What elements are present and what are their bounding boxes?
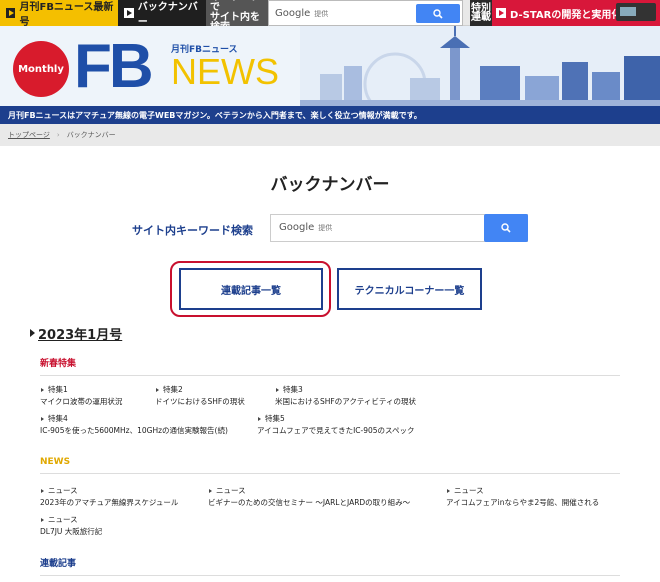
list-item[interactable]: 特集3 米国におけるSHFのアクティビティの現状: [275, 384, 416, 408]
item-category: 特集1: [40, 384, 122, 396]
list-item[interactable]: 特集4 IC-905を使った5600MHz、10GHzの通信実験報告(続): [40, 413, 228, 437]
google-branding: Google 提供: [275, 7, 329, 19]
breadcrumb: トップページ › バックナンバー: [0, 124, 660, 146]
top-nav-bar: 月刊FBニュース最新号 バックナンバー キーワードで サイト内を検索 Googl…: [0, 0, 660, 33]
list-item[interactable]: 特集2 ドイツにおけるSHFの現状: [155, 384, 245, 408]
special-series-badge: 特別 連載: [470, 0, 492, 26]
breadcrumb-current: バックナンバー: [66, 131, 116, 139]
list-item[interactable]: ニュース ビギナーのための交信セミナー 〜JARLとJARDの取り組み〜: [208, 485, 410, 509]
item-title: アイコムフェアで見えてきたIC-905のスペック: [257, 426, 415, 435]
arrow-right-icon: [124, 8, 134, 18]
item-title: ビギナーのための交信セミナー 〜JARLとJARDの取り組み〜: [208, 498, 411, 507]
keyword-search-label: サイト内キーワード検索: [132, 224, 253, 237]
item-category: 特集4: [40, 413, 228, 425]
latest-issue-label: 月刊FBニュース最新号: [19, 2, 114, 28]
item-category: ニュース: [446, 485, 599, 497]
item-category: 特集3: [275, 384, 416, 396]
monthly-badge: Monthly: [13, 41, 69, 97]
item-category: ニュース: [40, 485, 178, 497]
arrow-right-icon: [496, 8, 506, 18]
back-number-link[interactable]: バックナンバー: [118, 0, 206, 28]
list-item[interactable]: 特集5 アイコムフェアで見えてきたIC-905のスペック: [257, 413, 415, 437]
back-number-label: バックナンバー: [137, 2, 198, 28]
header-banner: Monthly FB 月刊FBニュース NEWS: [0, 26, 660, 106]
section-heading-news: NEWS: [40, 457, 620, 474]
item-title: DL7JU 大阪旅行記: [40, 527, 103, 536]
news-logo: NEWS: [171, 51, 279, 92]
top-search-input[interactable]: Google 提供: [268, 0, 463, 26]
item-title: 米国におけるSHFのアクティビティの現状: [275, 397, 416, 406]
chevron-right-icon: ›: [56, 131, 60, 139]
section-heading-special: 新春特集: [40, 356, 620, 376]
keyword-search-hint: キーワードで サイト内を検索: [206, 0, 268, 33]
item-category: 特集2: [155, 384, 245, 396]
technical-corner-button[interactable]: テクニカルコーナー一覧: [337, 268, 482, 310]
item-title: ドイツにおけるSHFの現状: [155, 397, 245, 406]
google-branding: Google 提供: [279, 222, 333, 233]
item-category: ニュース: [208, 485, 410, 497]
issue-heading-text: 2023年1月号: [38, 328, 123, 343]
serial-articles-button[interactable]: 連載記事一覧: [179, 268, 323, 310]
list-item[interactable]: ニュース DL7JU 大阪旅行記: [40, 514, 102, 538]
section-heading-serial: 連載記事: [40, 556, 620, 576]
item-title: IC-905を使った5600MHz、10GHzの通信実験報告(続): [40, 426, 228, 435]
dstar-series-link[interactable]: D-STARの開発と実用化: [492, 0, 660, 26]
keyword-search-input[interactable]: Google 提供: [270, 214, 528, 242]
keyword-search-button[interactable]: [484, 214, 528, 242]
fb-logo[interactable]: FB: [74, 36, 154, 98]
item-title: アイコムフェアinならやま2号館、開催される: [446, 498, 600, 507]
search-icon: [433, 9, 443, 19]
page-title: バックナンバー: [270, 175, 390, 195]
list-item[interactable]: ニュース アイコムフェアinならやま2号館、開催される: [446, 485, 599, 509]
search-icon: [501, 223, 511, 233]
item-title: マイクロ波帯の運用状況: [40, 397, 123, 406]
item-title: 2023年のアマチュア無線界スケジュール: [40, 498, 179, 507]
triangle-right-icon: [30, 329, 35, 337]
latest-issue-link[interactable]: 月刊FBニュース最新号: [0, 0, 118, 28]
list-item[interactable]: ニュース 2023年のアマチュア無線界スケジュール: [40, 485, 178, 509]
list-item[interactable]: 特集1 マイクロ波帯の運用状況: [40, 384, 122, 408]
cityscape-illustration: [300, 26, 660, 106]
issue-heading[interactable]: 2023年1月号: [30, 324, 122, 343]
breadcrumb-home-link[interactable]: トップページ: [8, 130, 50, 140]
site-tagline: 月刊FBニュースはアマチュア無線の電子WEBマガジン。ベテランから入門者まで、楽…: [0, 106, 660, 124]
item-category: 特集5: [257, 413, 415, 425]
arrow-right-icon: [6, 8, 16, 18]
radio-transceiver-image: [616, 3, 656, 21]
dstar-label: D-STARの開発と実用化: [510, 9, 622, 21]
top-search-button[interactable]: [416, 4, 460, 23]
item-category: ニュース: [40, 514, 102, 526]
